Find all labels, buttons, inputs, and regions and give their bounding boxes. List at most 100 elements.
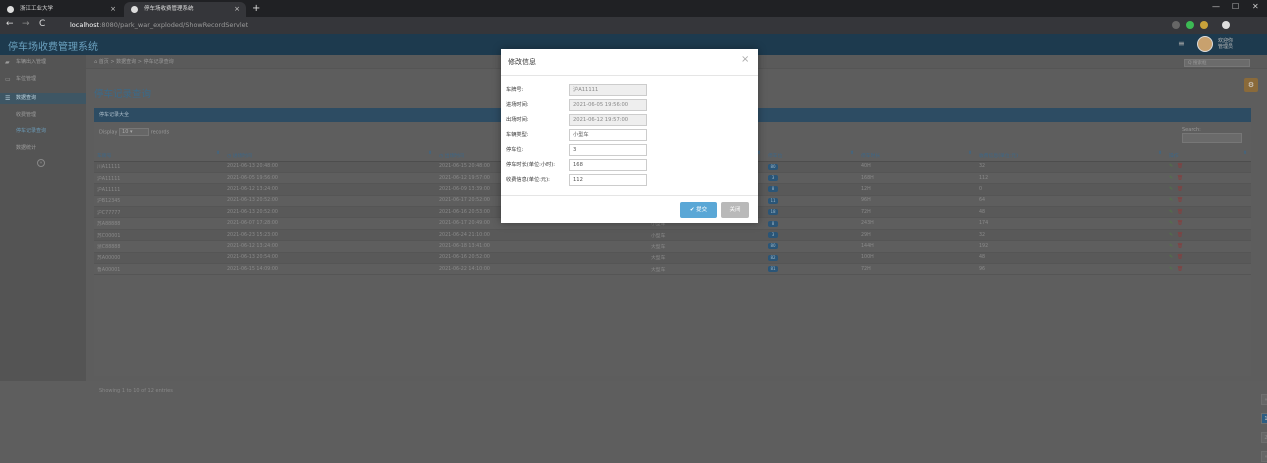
delete-icon[interactable]: 🗑 bbox=[1177, 233, 1183, 238]
page-prev-button[interactable]: « bbox=[1261, 394, 1267, 405]
column-header[interactable]: 停车时长 ⬍ bbox=[858, 151, 976, 162]
breadcrumb-home[interactable]: 首页 bbox=[99, 59, 109, 65]
sort-icon[interactable]: ⬍ bbox=[1158, 151, 1162, 156]
sort-icon[interactable]: ⬍ bbox=[968, 151, 972, 156]
delete-icon[interactable]: 🗑 bbox=[1177, 164, 1183, 169]
edit-icon[interactable]: ✎ bbox=[1169, 187, 1173, 192]
back-button[interactable]: ← bbox=[6, 19, 14, 29]
table-cell: 80 bbox=[765, 161, 858, 173]
sidebar-sub-records[interactable]: 停车记录查询 bbox=[0, 126, 86, 137]
edit-icon[interactable]: ✎ bbox=[1169, 267, 1173, 272]
breadcrumb-level1[interactable]: 数据查询 bbox=[116, 59, 136, 65]
edit-icon[interactable]: ✎ bbox=[1169, 221, 1173, 226]
edit-icon[interactable]: ✎ bbox=[1169, 210, 1173, 215]
page-length-select[interactable]: 10 ▾ bbox=[119, 128, 150, 136]
menu-toggle-icon[interactable]: ≡ bbox=[1178, 39, 1185, 48]
zoom-icon[interactable] bbox=[1172, 21, 1180, 29]
sidebar-item-label: 收费管理 bbox=[16, 112, 37, 118]
delete-icon[interactable]: 🗑 bbox=[1177, 244, 1183, 249]
new-tab-button[interactable]: + bbox=[252, 2, 260, 15]
user-role: 管理员 bbox=[1218, 44, 1234, 50]
space-badge: 8 bbox=[768, 186, 778, 193]
minimize-button[interactable]: — bbox=[1212, 2, 1220, 11]
url-host: localhost bbox=[70, 21, 100, 29]
close-button[interactable]: 关闭 bbox=[721, 202, 749, 218]
edit-icon[interactable]: ✎ bbox=[1169, 176, 1173, 181]
edit-modal: 修改信息 × 车牌号: 沪A11111 进场时间: 2021-06-05 19:56:… bbox=[501, 49, 758, 223]
delete-icon[interactable]: 🗑 bbox=[1177, 198, 1183, 203]
field-input[interactable]: 168 bbox=[569, 159, 647, 171]
field-input[interactable]: 112 bbox=[569, 174, 647, 186]
sort-icon[interactable]: ⬍ bbox=[1243, 151, 1247, 156]
settings-icon[interactable]: ⚙ bbox=[1244, 78, 1258, 92]
app-brand[interactable]: 停车场收费管理系统 bbox=[8, 38, 98, 53]
field-input[interactable]: 3 bbox=[569, 144, 647, 156]
delete-icon[interactable]: 🗑 bbox=[1177, 187, 1183, 192]
column-header-label: ◷ 出场时间 bbox=[439, 154, 464, 160]
space-badge: 80 bbox=[768, 243, 778, 250]
page-2-button[interactable]: 2 bbox=[1261, 432, 1267, 443]
column-header[interactable]: 车牌号 ⬍ bbox=[94, 151, 224, 162]
browser-tab-2[interactable]: 停车场收费管理系统 × bbox=[124, 2, 246, 17]
sidebar-item-vehicle[interactable]: ▰ 车辆出入管理 bbox=[0, 57, 86, 68]
table-cell-actions: ✎ 🗑 bbox=[1166, 217, 1251, 230]
extension-icon[interactable] bbox=[1200, 21, 1208, 29]
table-cell: 2021-06-15 14:09:00 bbox=[224, 263, 436, 276]
sidebar-item-label: 数据统计 bbox=[16, 145, 37, 151]
delete-icon[interactable]: 🗑 bbox=[1177, 176, 1183, 181]
extension-icon[interactable] bbox=[1186, 21, 1194, 29]
column-header[interactable]: 操作 ⬍ bbox=[1166, 151, 1251, 162]
breadcrumb-level2: 停车记录查询 bbox=[143, 59, 174, 65]
column-header[interactable]: 收费信息(单位:元) ⬍ bbox=[976, 151, 1166, 162]
field-input: 2021-06-05 19:56:00 bbox=[569, 99, 647, 111]
space-badge: 82 bbox=[768, 254, 778, 261]
sidebar-item-label: 停车记录查询 bbox=[16, 128, 47, 134]
browser-tab-1[interactable]: 浙江工业大学 × bbox=[0, 2, 122, 17]
edit-icon[interactable]: ✎ bbox=[1169, 198, 1173, 203]
delete-icon[interactable]: 🗑 bbox=[1177, 221, 1183, 226]
tab-close-icon[interactable]: × bbox=[234, 2, 240, 17]
sidebar-item-query[interactable]: ☰ 数据查询 bbox=[0, 93, 86, 104]
maximize-button[interactable]: ☐ bbox=[1232, 2, 1239, 11]
sidebar-collapse-button[interactable]: « bbox=[37, 159, 45, 167]
tab-close-icon[interactable]: × bbox=[110, 2, 116, 17]
table-cell: 2021-06-16 20:52:00 bbox=[436, 252, 648, 265]
avatar[interactable] bbox=[1197, 36, 1213, 52]
browser-tabbar: 浙江工业大学 × 停车场收费管理系统 × + — ☐ ✕ bbox=[0, 0, 1267, 17]
close-icon[interactable]: × bbox=[741, 55, 749, 65]
table-search-input[interactable] bbox=[1182, 133, 1242, 143]
column-header[interactable]: 停车位 ⬍ bbox=[765, 151, 858, 162]
column-header[interactable]: ◷ 进场时间 ⬍ bbox=[224, 151, 436, 162]
delete-icon[interactable]: 🗑 bbox=[1177, 210, 1183, 215]
table-cell: 2021-06-23 15:23:00 bbox=[224, 229, 436, 242]
user-info[interactable]: 欢迎你 管理员 bbox=[1218, 38, 1233, 50]
page-1-button[interactable]: 1 bbox=[1261, 413, 1267, 424]
forward-button[interactable]: → bbox=[22, 19, 30, 29]
sidebar-item-label: 车位管理 bbox=[16, 76, 37, 82]
sort-icon[interactable]: ⬍ bbox=[428, 151, 432, 156]
submit-button[interactable]: ✔ 提交 bbox=[680, 202, 717, 218]
url-field[interactable]: localhost:8080/park_war_exploded/ShowRec… bbox=[58, 19, 1158, 32]
delete-icon[interactable]: 🗑 bbox=[1177, 255, 1183, 260]
search-input[interactable]: Q 搜索框 bbox=[1184, 59, 1250, 67]
window-close-button[interactable]: ✕ bbox=[1252, 2, 1259, 11]
table-cell: 12H bbox=[858, 183, 976, 196]
car-icon: ▰ bbox=[5, 59, 10, 66]
edit-icon[interactable]: ✎ bbox=[1169, 233, 1173, 238]
field-input[interactable]: 小型车 bbox=[569, 129, 647, 141]
edit-icon[interactable]: ✎ bbox=[1169, 244, 1173, 249]
sidebar-sub-fees[interactable]: 收费管理 bbox=[0, 110, 86, 121]
edit-icon[interactable]: ✎ bbox=[1169, 255, 1173, 260]
sidebar-sub-stats[interactable]: 数据统计 bbox=[0, 143, 86, 154]
sort-icon[interactable]: ⬍ bbox=[216, 151, 220, 156]
page-next-button[interactable]: » bbox=[1261, 451, 1267, 462]
sort-icon[interactable]: ⬍ bbox=[850, 151, 854, 156]
table-cell: 32 bbox=[976, 229, 1166, 242]
edit-icon[interactable]: ✎ bbox=[1169, 164, 1173, 169]
page-length-value: 10 bbox=[122, 129, 129, 135]
table-cell-actions: ✎ 🗑 bbox=[1166, 206, 1251, 219]
sidebar-item-spaces[interactable]: ▭ 车位管理 bbox=[0, 74, 86, 85]
profile-icon[interactable] bbox=[1222, 21, 1230, 29]
delete-icon[interactable]: 🗑 bbox=[1177, 267, 1183, 272]
reload-button[interactable]: C bbox=[39, 19, 45, 29]
